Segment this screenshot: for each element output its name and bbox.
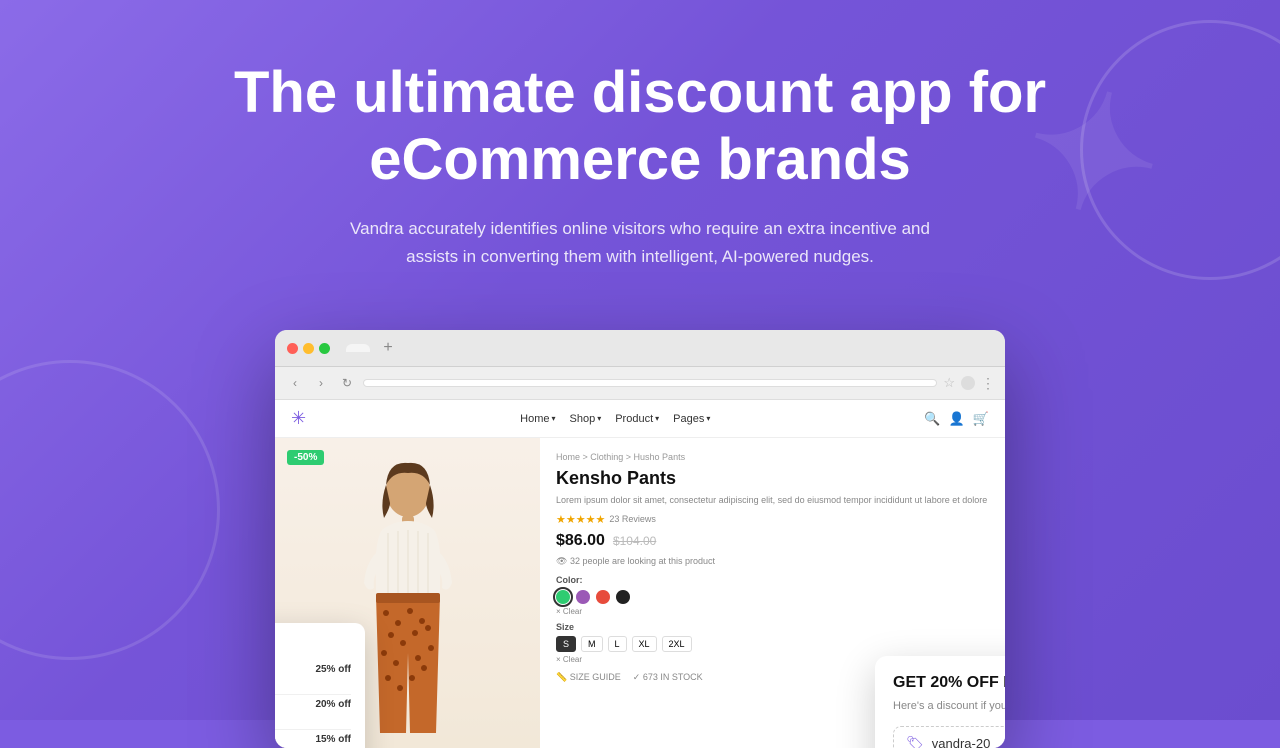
coupon-input-inner: 🏷 vandra-20 — [906, 735, 990, 748]
store-header: ✳ Home ▾ Shop ▾ Product ▾ Pages ▾ — [275, 400, 1005, 438]
review-count: 23 Reviews — [609, 514, 656, 524]
color-label: Color: — [556, 575, 989, 585]
store-header-icons: 🔍 👤 🛒 — [924, 411, 989, 427]
discount-item-3: vandra-18hgg 15 Jul 2023 15% off — [275, 734, 351, 748]
nav-product-chevron: ▾ — [655, 414, 659, 423]
check-icon: ✓ — [633, 672, 641, 682]
hero-subtitle: Vandra accurately identifies online visi… — [340, 215, 940, 269]
nav-shop[interactable]: Shop ▾ — [570, 413, 602, 425]
size-label: Size — [556, 622, 989, 632]
size-guide-link[interactable]: 📏 SIZE GUIDE — [556, 672, 621, 683]
nav-home-label: Home — [520, 413, 549, 425]
account-icon[interactable]: 👤 — [949, 411, 965, 427]
stock-text: 673 IN STOCK — [643, 672, 703, 682]
star-icon: ☆ — [943, 375, 955, 391]
nav-pages[interactable]: Pages ▾ — [673, 413, 710, 425]
coupon-title: GET 20% OFF NOW — [893, 674, 1005, 692]
divider-2 — [275, 729, 351, 730]
nav-home-chevron: ▾ — [551, 414, 555, 423]
swatch-black[interactable] — [616, 590, 630, 604]
size-btn-xl[interactable]: XL — [632, 636, 657, 652]
discount-pct-1: 25% off — [315, 664, 351, 675]
nav-product-label: Product — [615, 413, 653, 425]
coupon-input-row: 🏷 vandra-20 copy — [893, 726, 1005, 748]
store-page: ✳ Home ▾ Shop ▾ Product ▾ Pages ▾ — [275, 400, 1005, 748]
product-description: Lorem ipsum dolor sit amet, consectetur … — [556, 494, 989, 507]
store-nav: Home ▾ Shop ▾ Product ▾ Pages ▾ — [520, 413, 710, 425]
hero-section: The ultimate discount app for eCommerce … — [0, 0, 1280, 270]
nav-home[interactable]: Home ▾ — [520, 413, 555, 425]
forward-button[interactable]: › — [311, 373, 331, 393]
coupon-subtitle: Here's a discount if you buy today! — [893, 700, 1005, 712]
browser-dots — [287, 343, 330, 354]
back-button[interactable]: ‹ — [285, 373, 305, 393]
browser-tab[interactable] — [346, 344, 370, 352]
clear-color-link[interactable]: × Clear — [556, 607, 989, 616]
size-guide-text: SIZE GUIDE — [570, 672, 621, 682]
divider-1 — [275, 694, 351, 695]
star-rating: ★★★★★ — [556, 513, 605, 526]
size-btn-m[interactable]: M — [581, 636, 603, 652]
new-tab-button[interactable]: + — [378, 338, 398, 358]
browser-nav: ‹ › ↻ ☆ ⋮ — [275, 367, 1005, 400]
browser-mockup: + ‹ › ↻ ☆ ⋮ ✳ Home ▾ Shop ▾ — [275, 330, 1005, 748]
discounts-card-title: Discounts — [275, 637, 351, 652]
address-bar[interactable] — [363, 379, 937, 387]
store-logo-icon: ✳ — [291, 408, 306, 429]
size-btn-s[interactable]: S — [556, 636, 576, 652]
discount-pct-2: 20% off — [315, 699, 351, 710]
size-btn-l[interactable]: L — [608, 636, 627, 652]
discount-item-2: vandra-02jawa 15 Jul 2023 20% off — [275, 699, 351, 719]
eye-icon: 👁 — [556, 556, 567, 566]
browser-nav-icons: ☆ ⋮ — [943, 375, 995, 392]
size-btn-2xl[interactable]: 2XL — [662, 636, 692, 652]
menu-icon[interactable]: ⋮ — [981, 375, 995, 392]
price-row: $86.00 $104.00 — [556, 532, 989, 550]
minimize-dot[interactable] — [303, 343, 314, 354]
swatch-purple[interactable] — [576, 590, 590, 604]
product-title: Kensho Pants — [556, 468, 989, 489]
price-original: $104.00 — [613, 534, 656, 548]
discounts-card: Discounts vandra-03jfm 15 Jul 2023 25% o… — [275, 623, 365, 748]
deco-circle-2 — [0, 360, 220, 660]
hero-title: The ultimate discount app for eCommerce … — [230, 60, 1050, 193]
circle-icon — [961, 376, 975, 390]
nav-pages-chevron: ▾ — [706, 414, 710, 423]
discount-pct-3: 15% off — [315, 734, 351, 745]
coupon-code-text: vandra-20 — [932, 736, 991, 748]
color-swatches — [556, 590, 989, 604]
swatch-red[interactable] — [596, 590, 610, 604]
browser-chrome: + — [275, 330, 1005, 367]
cart-icon[interactable]: 🛒 — [973, 411, 989, 427]
nav-pages-label: Pages — [673, 413, 704, 425]
nav-product[interactable]: Product ▾ — [615, 413, 659, 425]
sale-badge: -50% — [287, 450, 324, 465]
breadcrumb: Home > Clothing > Husho Pants — [556, 452, 989, 462]
coupon-popup: GET 20% OFF NOW × Here's a discount if y… — [875, 656, 1005, 748]
price-current: $86.00 — [556, 532, 605, 550]
search-icon[interactable]: 🔍 — [924, 411, 940, 427]
size-options: S M L XL 2XL — [556, 636, 989, 652]
nav-shop-label: Shop — [570, 413, 596, 425]
store-content: -50% — [275, 438, 1005, 748]
close-dot[interactable] — [287, 343, 298, 354]
viewers-row: 👁 32 people are looking at this product — [556, 556, 989, 567]
discount-item-1: vandra-03jfm 15 Jul 2023 25% off — [275, 664, 351, 684]
stock-indicator: ✓ 673 IN STOCK — [633, 672, 703, 683]
viewers-text: 32 people are looking at this product — [570, 556, 715, 566]
maximize-dot[interactable] — [319, 343, 330, 354]
nav-shop-chevron: ▾ — [597, 414, 601, 423]
coupon-header: GET 20% OFF NOW × — [893, 674, 1005, 694]
swatch-green[interactable] — [556, 590, 570, 604]
ruler-icon: 📏 — [556, 672, 567, 682]
refresh-button[interactable]: ↻ — [337, 373, 357, 393]
tag-icon: 🏷 — [906, 735, 924, 748]
